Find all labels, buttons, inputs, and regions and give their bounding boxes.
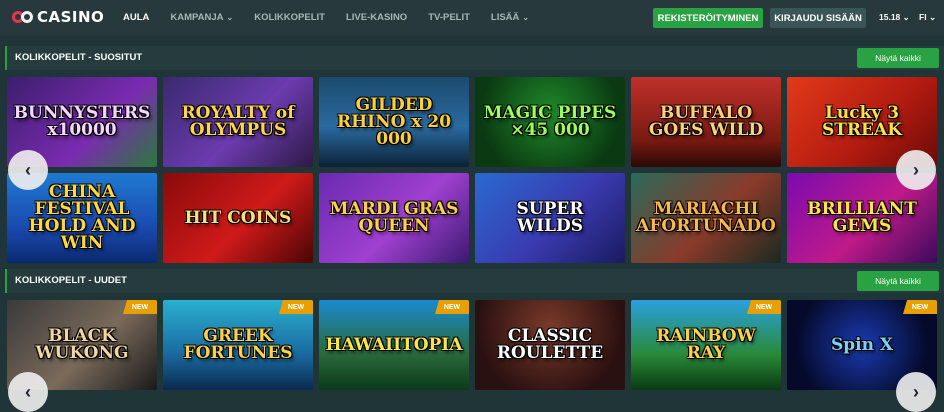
- game-tile[interactable]: MARIACHI AFORTUNADO: [631, 173, 781, 263]
- game-tile[interactable]: ROYALTY of OLYMPUS: [163, 77, 313, 167]
- game-title: BUNNYSTERS x10000: [13, 103, 151, 140]
- game-tile[interactable]: RAINBOW RAY NEW: [631, 300, 781, 390]
- nav-item-kolikkopelit[interactable]: KOLIKKOPELIT: [254, 12, 325, 23]
- section-title: KOLIKKOPELIT - SUOSITUT: [15, 52, 143, 63]
- clock-time: 15.18: [879, 12, 901, 22]
- game-tile[interactable]: GILDED RHINO x 20 000: [319, 77, 469, 167]
- carousel-next-button[interactable]: ›: [896, 150, 936, 190]
- new-badge: NEW: [123, 300, 157, 314]
- new-badge: NEW: [279, 300, 313, 314]
- show-all-button[interactable]: Näytä kaikki: [857, 48, 939, 68]
- language-code: FI: [919, 12, 927, 22]
- new-badge: NEW: [903, 300, 937, 314]
- game-tile[interactable]: MAGIC PIPES ×45 000: [475, 77, 625, 167]
- chevron-down-icon: ⌄: [522, 13, 530, 22]
- chevron-down-icon: ⌄: [928, 12, 937, 22]
- game-tile[interactable]: CLASSIC ROULETTE: [475, 300, 625, 390]
- new-badge: NEW: [435, 300, 469, 314]
- language-selector[interactable]: FI ⌄: [919, 12, 936, 23]
- register-button[interactable]: REKISTERÖITYMINEN: [653, 8, 763, 28]
- section-title: KOLIKKOPELIT - UUDET: [15, 275, 127, 286]
- carousel-prev-button[interactable]: ‹: [8, 150, 48, 190]
- game-title: MARDI GRAS QUEEN: [329, 199, 459, 236]
- chevron-down-icon: ⌄: [226, 13, 234, 22]
- game-title: ROYALTY of OLYMPUS: [181, 103, 295, 140]
- nav-label: KOLIKKOPELIT: [254, 12, 325, 23]
- game-title: CLASSIC ROULETTE: [496, 326, 604, 363]
- game-tile[interactable]: MARDI GRAS QUEEN: [319, 173, 469, 263]
- game-tile[interactable]: SUPER WILDS: [475, 173, 625, 263]
- section-header-new: KOLIKKOPELIT - UUDET Näytä kaikki: [5, 269, 944, 293]
- game-title: MAGIC PIPES ×45 000: [483, 103, 617, 140]
- game-title: BLACK WUKONG: [35, 326, 129, 363]
- chevron-right-icon: ›: [913, 381, 919, 402]
- game-title: Lucky 3 STREAK: [822, 103, 902, 140]
- game-title: HAWAIITOPIA: [325, 334, 463, 355]
- nav-label: KAMPANJA: [170, 12, 224, 23]
- carousel-prev-button[interactable]: ‹: [8, 372, 48, 412]
- chevron-down-icon: ⌄: [902, 12, 910, 22]
- chevron-right-icon: ›: [913, 159, 919, 180]
- game-title: RAINBOW RAY: [656, 326, 756, 363]
- game-tile[interactable]: GREEK FORTUNES NEW: [163, 300, 313, 390]
- time-selector[interactable]: 15.18 ⌄: [879, 12, 910, 23]
- game-title: BUFFALO GOES WILD: [648, 103, 764, 140]
- game-title: CHINA FESTIVAL HOLD AND WIN: [28, 182, 136, 253]
- nav-item-tv-pelit[interactable]: TV-PELIT: [428, 12, 470, 23]
- section-header-popular: KOLIKKOPELIT - SUOSITUT Näytä kaikki: [5, 46, 944, 70]
- casino-logo[interactable]: CASINO: [12, 7, 104, 27]
- new-badge: NEW: [747, 300, 781, 314]
- nav-item-live-kasino[interactable]: LIVE-KASINO: [346, 12, 407, 23]
- game-tile[interactable]: HIT COINS: [163, 173, 313, 263]
- game-title: GILDED RHINO x 20 000: [336, 94, 452, 149]
- game-title: GREEK FORTUNES: [183, 326, 293, 363]
- show-all-button[interactable]: Näytä kaikki: [857, 271, 939, 291]
- game-title: BRILLIANT GEMS: [807, 199, 917, 236]
- logo-text: CASINO: [37, 8, 105, 26]
- nav-label: LISÄÄ: [490, 12, 520, 23]
- nav-item-aula[interactable]: AULA: [123, 12, 149, 23]
- main-nav: AULA KAMPANJA ⌄ KOLIKKOPELIT LIVE-KASINO …: [123, 0, 550, 35]
- top-navigation-bar: CASINO AULA KAMPANJA ⌄ KOLIKKOPELIT LIVE-…: [0, 0, 944, 35]
- login-button[interactable]: KIRJAUDU SISÄÄN: [770, 8, 866, 28]
- game-title: HIT COINS: [184, 207, 292, 228]
- nav-label: LIVE-KASINO: [345, 12, 408, 23]
- game-title: SUPER WILDS: [516, 199, 584, 236]
- game-tile[interactable]: HAWAIITOPIA NEW: [319, 300, 469, 390]
- chevron-left-icon: ‹: [25, 159, 31, 180]
- carousel-next-button[interactable]: ›: [896, 372, 936, 412]
- game-title: Spin X: [830, 334, 894, 355]
- nav-label: TV-PELIT: [428, 12, 470, 23]
- game-tile[interactable]: BUFFALO GOES WILD: [631, 77, 781, 167]
- nav-item-kampanja[interactable]: KAMPANJA ⌄: [170, 12, 233, 23]
- game-title: MARIACHI AFORTUNADO: [636, 199, 776, 236]
- chevron-left-icon: ‹: [25, 381, 31, 402]
- nav-label: AULA: [123, 12, 150, 23]
- nav-item-lisaa[interactable]: LISÄÄ ⌄: [491, 12, 529, 23]
- logo-mark-icon: [12, 7, 34, 27]
